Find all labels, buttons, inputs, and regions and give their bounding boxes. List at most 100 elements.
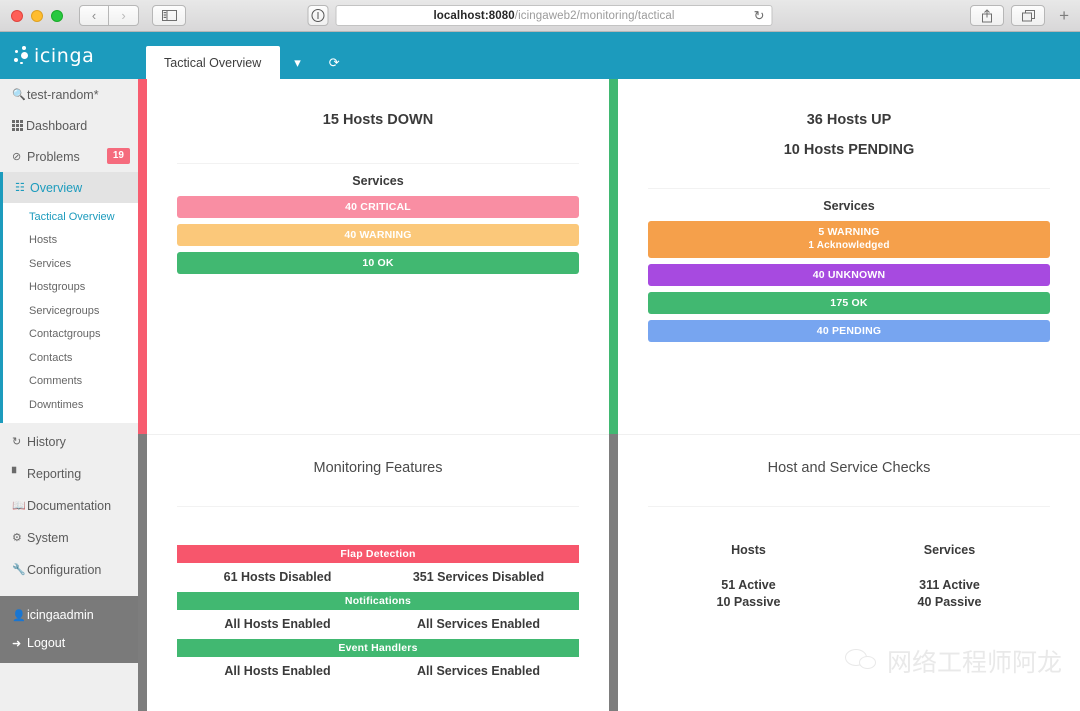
share-icon[interactable] bbox=[970, 5, 1005, 26]
status-bar-ok[interactable]: 175 OK bbox=[648, 292, 1050, 314]
url-text: localhost:8080/icingaweb2/monitoring/tac… bbox=[433, 10, 674, 22]
status-bar-ok[interactable]: 10 OK bbox=[177, 252, 579, 274]
feature-bar-event-handlers[interactable]: Event Handlers bbox=[177, 639, 579, 657]
pane-hosts-up: 36 Hosts UP 10 Hosts PENDING Services 5 … bbox=[609, 79, 1080, 434]
icinga-logo-icon bbox=[12, 45, 32, 66]
sidebar-item-label: Overview bbox=[30, 180, 83, 195]
watermark: 网络工程师阿龙 bbox=[844, 643, 1062, 679]
hosts-down-title: 15 Hosts DOWN bbox=[322, 112, 434, 128]
username-label: icingaadmin bbox=[27, 608, 94, 622]
sidebar-item-contacts[interactable]: Contacts bbox=[3, 346, 138, 370]
sidebar-item-comments[interactable]: Comments bbox=[3, 370, 138, 394]
show-tabs-icon[interactable] bbox=[1011, 5, 1046, 26]
pane-status-strip-up bbox=[609, 79, 618, 434]
sidebar-item-tactical-overview[interactable]: Tactical Overview bbox=[3, 205, 138, 229]
main-content: Tactical Overview ▾ ⟳ 15 Hosts DOWN Serv… bbox=[138, 32, 1080, 711]
user-icon: 👤 bbox=[12, 609, 26, 622]
status-bar-pending[interactable]: 40 PENDING bbox=[648, 320, 1050, 342]
browser-right-controls: + bbox=[970, 5, 1076, 26]
sidebar-item-label: Reporting bbox=[27, 466, 82, 481]
problems-badge: 19 bbox=[106, 148, 130, 164]
wechat-icon bbox=[844, 649, 879, 673]
sidebar-item-servicegroups[interactable]: Servicegroups bbox=[3, 299, 138, 323]
sidebar-item-contactgroups[interactable]: Contactgroups bbox=[3, 323, 138, 347]
hosts-up-title: 36 Hosts UP bbox=[806, 112, 892, 128]
sidebar-item-overview[interactable]: ☷ Overview bbox=[3, 172, 138, 203]
services-passive-value: 40 Passive bbox=[917, 595, 982, 609]
sidebar-item-problems[interactable]: ⊘ Problems 19 bbox=[0, 141, 138, 172]
feature-hosts-value: 61 Hosts Disabled bbox=[223, 570, 332, 584]
forward-button[interactable]: › bbox=[109, 5, 139, 26]
sidebar-nav-top: 🔍 test-random* Dashboard ⊘ Problems 19 bbox=[0, 79, 138, 172]
sidebar-toggle-icon[interactable] bbox=[152, 5, 186, 26]
status-bar-critical[interactable]: 40 CRITICAL bbox=[177, 196, 579, 218]
pane-monitoring-features-body: Monitoring Features Flap Detection 61 Ho… bbox=[147, 434, 609, 711]
sidebar-item-user[interactable]: 👤 icingaadmin bbox=[0, 601, 138, 629]
bar-chart-icon: ▘ bbox=[12, 468, 21, 480]
chevron-down-icon[interactable]: ▾ bbox=[280, 46, 315, 79]
sidebar-item-label: Dashboard bbox=[26, 118, 88, 133]
sidebar-item-dashboard[interactable]: Dashboard bbox=[0, 110, 138, 141]
sidebar-overview-group: ☷ Overview Tactical Overview Hosts Servi… bbox=[0, 172, 138, 423]
sidebar-item-reporting[interactable]: ▘ Reporting bbox=[0, 458, 138, 490]
tab-tactical-overview[interactable]: Tactical Overview bbox=[146, 46, 281, 79]
brand-logo[interactable]: icinga bbox=[0, 32, 138, 79]
status-bar-main-label: 5 WARNING bbox=[818, 226, 880, 238]
feature-row-flap-detection: 61 Hosts Disabled 351 Services Disabled bbox=[177, 563, 579, 592]
wrench-icon: 🔧 bbox=[12, 564, 26, 576]
grid-icon bbox=[12, 120, 23, 131]
pane-host-service-checks-body: Host and Service Checks Hosts Services 5… bbox=[618, 434, 1080, 711]
sidebar-item-logout[interactable]: ➜ Logout bbox=[0, 629, 138, 657]
sidebar-item-history[interactable]: ↻ History bbox=[0, 426, 138, 458]
pane-host-service-checks: Host and Service Checks Hosts Services 5… bbox=[609, 434, 1080, 711]
watermark-text: 网络工程师阿龙 bbox=[886, 648, 1062, 677]
new-tab-button[interactable]: + bbox=[1052, 6, 1076, 26]
sidebar-user-block: 👤 icingaadmin ➜ Logout bbox=[0, 596, 138, 663]
site-info-button[interactable] bbox=[307, 5, 329, 26]
feature-row-event-handlers: All Hosts Enabled All Services Enabled bbox=[177, 657, 579, 686]
sidebar-item-downtimes[interactable]: Downtimes bbox=[3, 393, 138, 417]
feature-bar-flap-detection[interactable]: Flap Detection bbox=[177, 545, 579, 563]
back-button[interactable]: ‹ bbox=[79, 5, 109, 26]
pane-hosts-up-body: 36 Hosts UP 10 Hosts PENDING Services 5 … bbox=[618, 79, 1080, 434]
dashboard-panes: 15 Hosts DOWN Services 40 CRITICAL 40 WA… bbox=[138, 79, 1080, 711]
sidebar-submenu: Tactical Overview Hosts Services Hostgro… bbox=[3, 203, 138, 423]
checks-col-hosts-label: Hosts bbox=[731, 543, 766, 557]
status-bar-unknown[interactable]: 40 UNKNOWN bbox=[648, 264, 1050, 286]
feature-hosts-value: All Hosts Enabled bbox=[224, 664, 331, 678]
sidebar-nav-lower: ↻ History ▘ Reporting 📖 Documentation ⚙ … bbox=[0, 422, 138, 586]
feature-services-value: All Services Enabled bbox=[417, 664, 540, 678]
history-icon: ↻ bbox=[12, 436, 22, 448]
sidebar-item-configuration[interactable]: 🔧 Configuration bbox=[0, 554, 138, 586]
feature-bar-notifications[interactable]: Notifications bbox=[177, 592, 579, 610]
checks-services-values: 311 Active 40 Passive bbox=[849, 577, 1050, 611]
sidebar-item-system[interactable]: ⚙ System bbox=[0, 522, 138, 554]
status-bar-ack-label: 1 Acknowledged bbox=[808, 240, 890, 251]
hosts-pending-title: 10 Hosts PENDING bbox=[783, 142, 915, 158]
ban-icon: ⊘ bbox=[12, 151, 22, 163]
maximize-window-button[interactable] bbox=[51, 9, 63, 22]
sitemap-icon: ☷ bbox=[15, 182, 25, 194]
hosts-passive-value: 10 Passive bbox=[716, 595, 781, 609]
tab-bar: Tactical Overview ▾ ⟳ bbox=[138, 32, 1080, 79]
status-bar-warning[interactable]: 40 WARNING bbox=[177, 224, 579, 246]
url-input[interactable]: localhost:8080/icingaweb2/monitoring/tac… bbox=[335, 5, 773, 26]
pane-hosts-down: 15 Hosts DOWN Services 40 CRITICAL 40 WA… bbox=[138, 79, 609, 434]
brand-name: icinga bbox=[34, 44, 95, 67]
minimize-window-button[interactable] bbox=[31, 9, 43, 22]
search-icon: 🔍 bbox=[12, 89, 26, 101]
status-bar-warning[interactable]: 5 WARNING 1 Acknowledged bbox=[648, 221, 1050, 258]
monitoring-features-title: Monitoring Features bbox=[313, 460, 443, 476]
sidebar-item-documentation[interactable]: 📖 Documentation bbox=[0, 490, 138, 522]
sidebar-item-hosts[interactable]: Hosts bbox=[3, 229, 138, 253]
refresh-icon[interactable]: ⟳ bbox=[315, 46, 354, 79]
close-window-button[interactable] bbox=[11, 9, 23, 22]
reload-icon[interactable]: ↻ bbox=[754, 9, 765, 23]
search-input[interactable]: 🔍 test-random* bbox=[0, 79, 138, 110]
checks-col-services-label: Services bbox=[923, 543, 976, 557]
sidebar-item-hostgroups[interactable]: Hostgroups bbox=[3, 276, 138, 300]
logout-label: Logout bbox=[27, 636, 66, 650]
sidebar-item-services[interactable]: Services bbox=[3, 252, 138, 276]
sidebar-item-label: System bbox=[27, 530, 69, 545]
sidebar-filler bbox=[0, 663, 138, 711]
